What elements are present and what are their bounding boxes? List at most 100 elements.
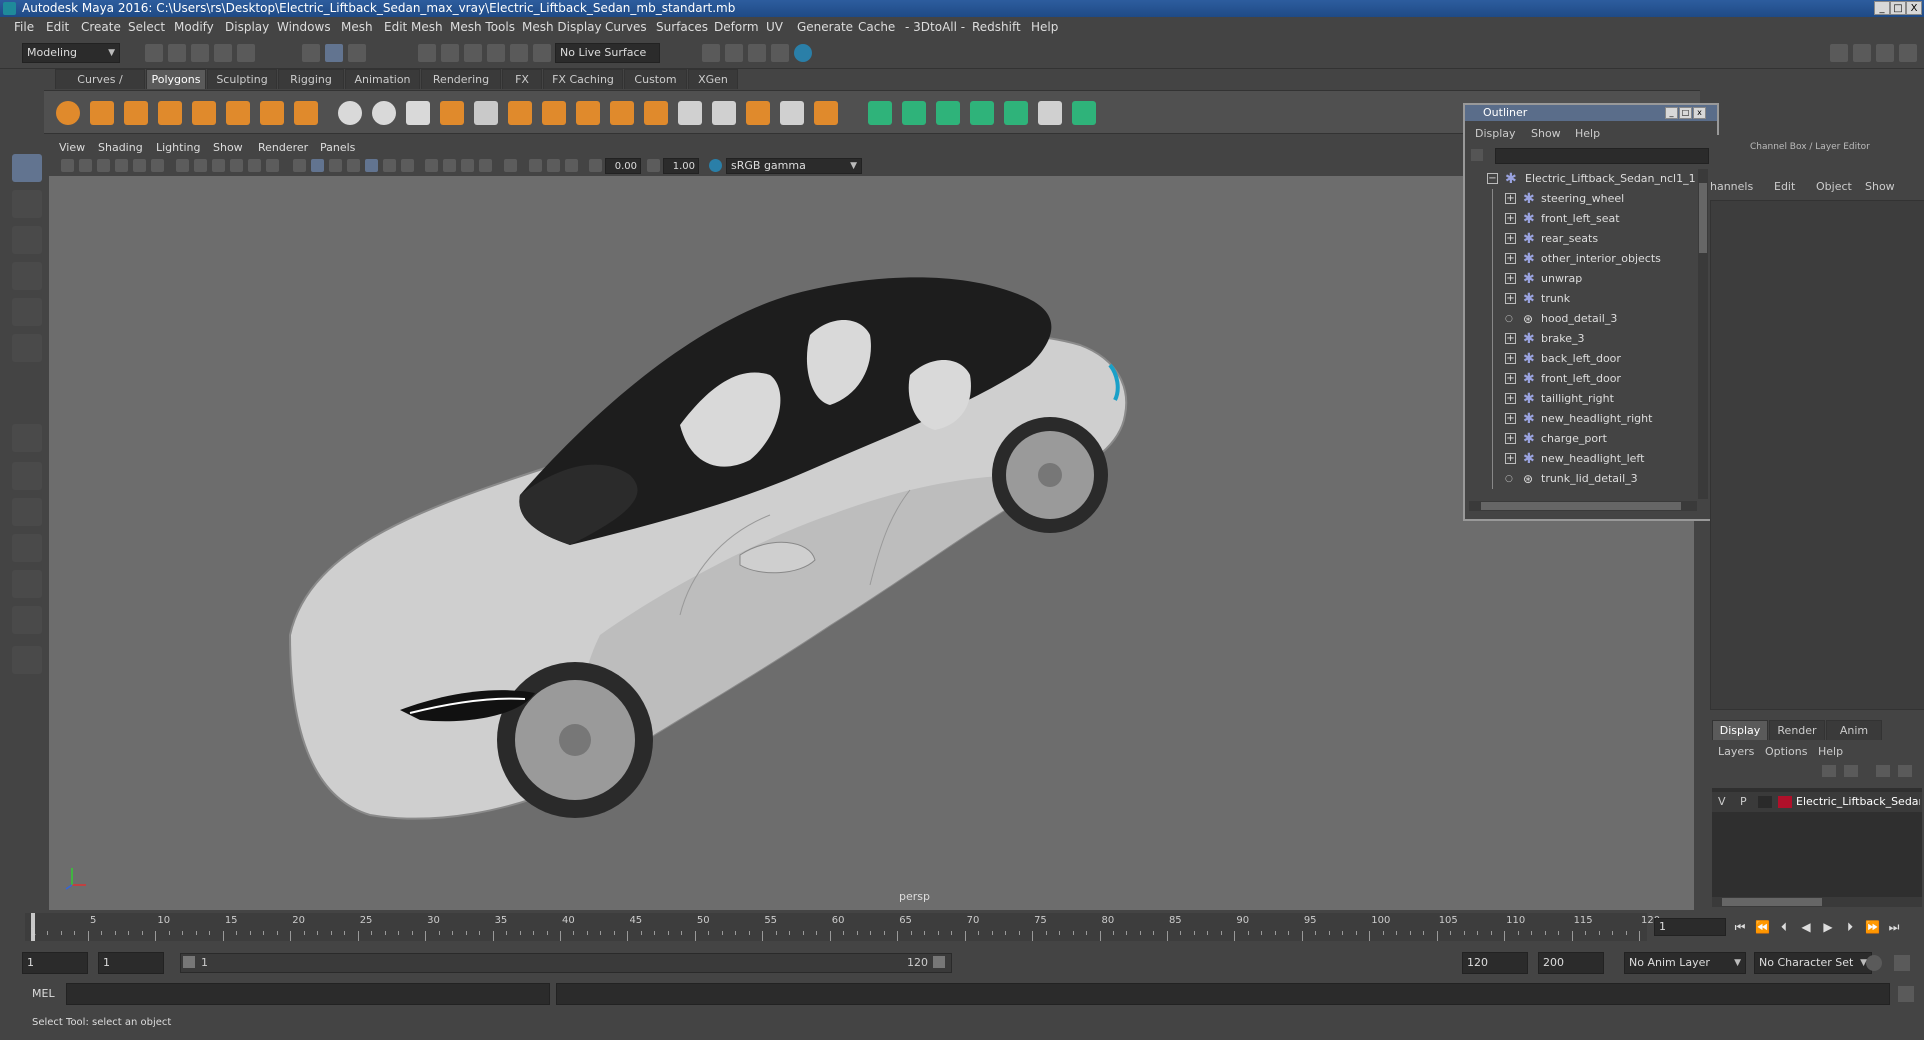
command-input[interactable] — [66, 983, 550, 1005]
new-empty-layer-icon[interactable] — [1876, 765, 1890, 777]
menu-mesh[interactable]: Mesh — [341, 20, 373, 34]
snap-grid-icon[interactable] — [418, 44, 436, 62]
layer-row[interactable]: V P Electric_Liftback_Sedan — [1712, 792, 1922, 812]
xray-icon[interactable] — [347, 159, 360, 172]
screen-space-ao-icon[interactable] — [425, 159, 438, 172]
paint-select-tool-icon[interactable] — [12, 226, 42, 254]
uv-unfold-icon[interactable] — [1004, 101, 1028, 125]
outliner-horizontal-scrollbar[interactable] — [1469, 501, 1697, 511]
channel-box-icon[interactable] — [1899, 44, 1917, 62]
move-layer-up-icon[interactable] — [1822, 765, 1836, 777]
modeling-toolkit-icon[interactable] — [1830, 44, 1848, 62]
close-button[interactable]: X — [1906, 1, 1922, 15]
new-layer-selected-icon[interactable] — [1898, 765, 1912, 777]
layer-horizontal-scrollbar[interactable] — [1712, 897, 1922, 907]
combine-icon[interactable] — [338, 101, 362, 125]
shelf-tab-xgen[interactable]: XGen — [688, 69, 738, 89]
render-view-icon[interactable] — [702, 44, 720, 62]
play-backwards-icon[interactable]: ◀ — [1799, 920, 1813, 934]
channel-box-menu-channels[interactable]: hannels — [1710, 180, 1753, 193]
wireframe-icon[interactable] — [293, 159, 306, 172]
uv-spherical-icon[interactable] — [936, 101, 960, 125]
outliner-vertical-scrollbar[interactable] — [1698, 169, 1708, 499]
uv-automatic-icon[interactable] — [970, 101, 994, 125]
panel-menu-panels[interactable]: Panels — [320, 141, 355, 154]
backface-culling-icon[interactable] — [565, 159, 578, 172]
shelf-tab-custom[interactable]: Custom — [624, 69, 687, 89]
playback-end-field[interactable]: 120 — [1462, 952, 1528, 974]
animation-preferences-icon[interactable] — [1894, 955, 1910, 971]
two-d-pan-icon[interactable] — [133, 159, 146, 172]
step-back-key-icon[interactable]: ⏴ — [1777, 920, 1791, 934]
xray-joints-icon[interactable] — [529, 159, 542, 172]
outliner-item[interactable]: + ✱ steering_wheel — [1469, 189, 1707, 209]
snap-point-icon[interactable] — [464, 44, 482, 62]
snap-live-icon[interactable] — [510, 44, 528, 62]
select-tool-icon[interactable] — [12, 154, 42, 182]
outliner-item[interactable]: + ✱ front_left_seat — [1469, 209, 1707, 229]
expand-icon[interactable]: + — [1505, 273, 1516, 284]
color-space-dropdown[interactable]: sRGB gamma ▼ — [726, 158, 862, 174]
menu-edit-mesh[interactable]: Edit Mesh — [384, 20, 443, 34]
shelf-tab-rigging[interactable]: Rigging — [278, 69, 344, 89]
panel-menu-view[interactable]: View — [59, 141, 85, 154]
outliner-titlebar[interactable]: Outliner _ □ x — [1465, 105, 1717, 121]
toolbox-options-icon[interactable] — [12, 646, 42, 674]
mirror-icon[interactable] — [474, 101, 498, 125]
expand-icon[interactable]: + — [1505, 353, 1516, 364]
scale-tool-icon[interactable] — [12, 334, 42, 362]
target-weld-icon[interactable] — [712, 101, 736, 125]
car-model[interactable] — [270, 215, 1320, 875]
poly-pipe-icon[interactable] — [294, 101, 318, 125]
new-scene-icon[interactable] — [145, 44, 163, 62]
move-tool-icon[interactable] — [12, 262, 42, 290]
move-layer-down-icon[interactable] — [1844, 765, 1858, 777]
poly-cylinder-icon[interactable] — [124, 101, 148, 125]
select-by-component-icon[interactable] — [348, 44, 366, 62]
range-end-handle[interactable] — [933, 956, 945, 968]
redo-icon[interactable] — [237, 44, 255, 62]
layer-menu-layers[interactable]: Layers — [1718, 745, 1754, 758]
expand-icon[interactable]: + — [1505, 253, 1516, 264]
quad-draw-icon[interactable] — [746, 101, 770, 125]
poly-sphere-icon[interactable] — [56, 101, 80, 125]
channel-box-menu-edit[interactable]: Edit — [1774, 180, 1795, 193]
open-scene-icon[interactable] — [168, 44, 186, 62]
expand-icon[interactable]: + — [1505, 293, 1516, 304]
outliner-window[interactable]: Outliner _ □ x Display Show Help − ✱ Ele… — [1463, 103, 1719, 521]
snap-view-plane-icon[interactable] — [487, 44, 505, 62]
exposure-field[interactable]: 0.00 — [605, 158, 641, 174]
layer-menu-options[interactable]: Options — [1765, 745, 1807, 758]
panel-menu-renderer[interactable]: Renderer — [258, 141, 308, 154]
range-start-handle[interactable] — [183, 956, 195, 968]
grid-icon[interactable] — [176, 159, 189, 172]
outliner-menu-help[interactable]: Help — [1575, 127, 1600, 140]
go-to-end-icon[interactable]: ⏭ — [1887, 920, 1901, 934]
shelf-tab-sculpting[interactable]: Sculpting — [207, 69, 277, 89]
wireframe-on-shaded-icon[interactable] — [329, 159, 342, 172]
persp-outliner-layout-icon[interactable] — [12, 570, 42, 598]
channel-box-menu-show[interactable]: Show — [1865, 180, 1895, 193]
uv-checker-icon[interactable] — [1038, 101, 1062, 125]
menu-3dtoall[interactable]: - 3DtoAll - — [905, 20, 965, 34]
menu-mesh-display[interactable]: Mesh Display — [522, 20, 602, 34]
outliner-item[interactable]: + ✱ brake_3 — [1469, 329, 1707, 349]
layer-menu-help[interactable]: Help — [1818, 745, 1843, 758]
four-view-layout-icon[interactable] — [12, 462, 42, 490]
separate-icon[interactable] — [372, 101, 396, 125]
character-set-dropdown[interactable]: No Character Set ▼ — [1754, 952, 1872, 974]
outliner-item[interactable]: ○ ⊛ trunk_lid_detail_3 — [1469, 469, 1707, 489]
bevel-icon[interactable] — [542, 101, 566, 125]
outliner-item[interactable]: + ✱ charge_port — [1469, 429, 1707, 449]
menu-select[interactable]: Select — [128, 20, 165, 34]
persp-graph-layout-icon[interactable] — [12, 534, 42, 562]
xray-active-components-icon[interactable] — [547, 159, 560, 172]
playback-start-field[interactable]: 1 — [98, 952, 164, 974]
range-slider[interactable]: 1 120 — [180, 953, 952, 973]
time-slider[interactable]: 5 10 15 20 25 30 35 40 45 50 55 60 65 70 75 80 85 90 95 100… — [0, 913, 1924, 943]
outliner-item[interactable]: + ✱ trunk — [1469, 289, 1707, 309]
expand-icon[interactable]: + — [1505, 233, 1516, 244]
channel-box-menu-object[interactable]: Object — [1816, 180, 1852, 193]
film-gate-icon[interactable] — [194, 159, 207, 172]
uv-cylindrical-icon[interactable] — [902, 101, 926, 125]
